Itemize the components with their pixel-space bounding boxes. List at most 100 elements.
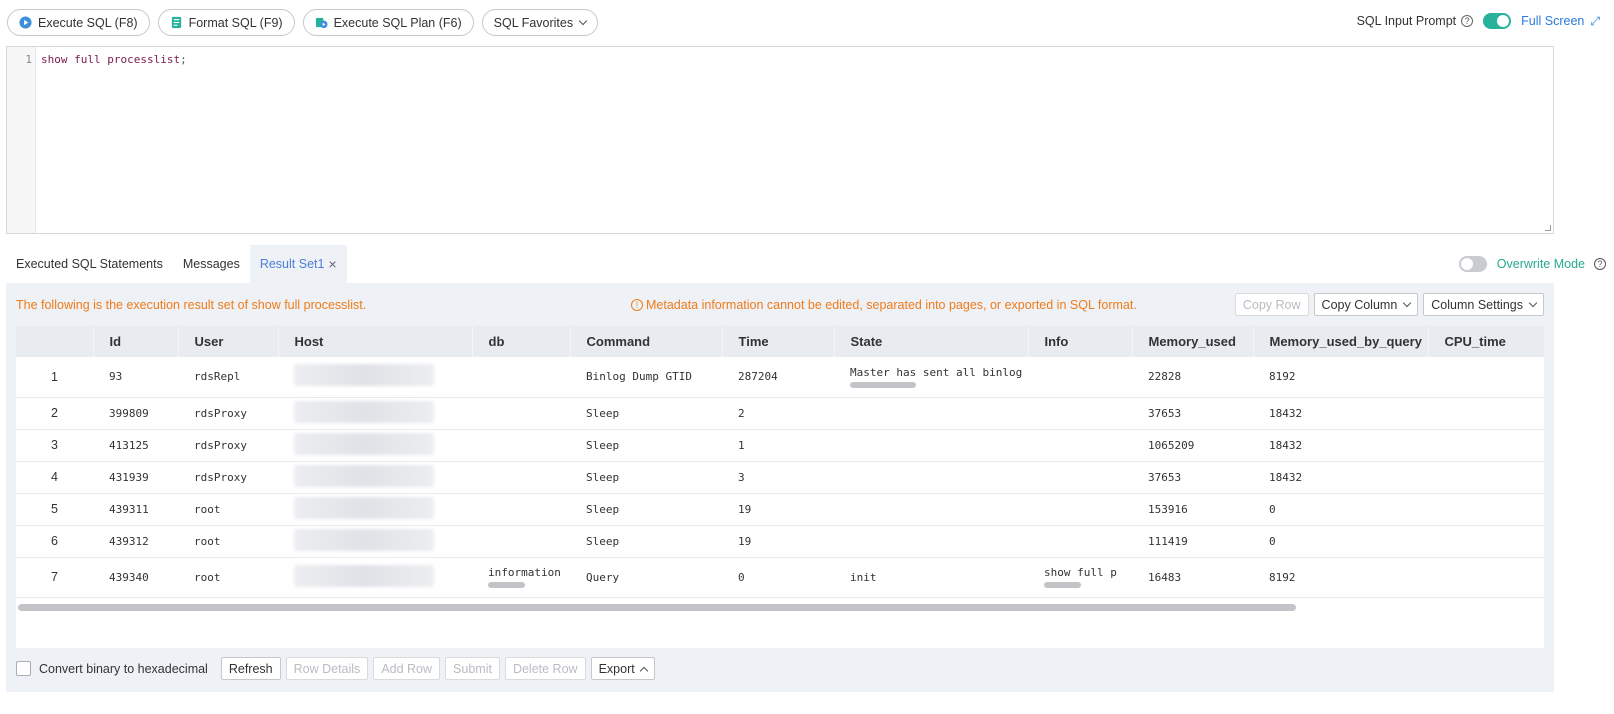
execute-sql-button[interactable]: Execute SQL (F8) [7, 9, 150, 36]
cell-host[interactable] [278, 429, 472, 462]
cell-time[interactable]: 19 [722, 493, 834, 526]
horizontal-scrollbar[interactable] [18, 604, 1296, 611]
table-row[interactable]: 6 439312 root Sleep 19 111419 0 [16, 525, 1544, 558]
cell-user[interactable]: root [178, 525, 278, 558]
cell-host[interactable] [278, 557, 472, 598]
cell-db[interactable] [472, 397, 570, 430]
cell-memory-used-by-query[interactable]: 18432 [1253, 397, 1428, 430]
cell-command[interactable]: Sleep [570, 525, 722, 558]
tab-result-set1[interactable]: Result Set1 × [249, 245, 347, 283]
cell-host[interactable] [278, 397, 472, 430]
cell-cpu-time[interactable] [1428, 461, 1544, 494]
column-header[interactable]: Memory_used_by_query [1253, 326, 1429, 357]
column-settings-dropdown[interactable]: Column Settings [1423, 293, 1544, 316]
sql-code-line[interactable]: show full processlist; [41, 53, 187, 66]
column-header[interactable]: Info [1028, 326, 1133, 357]
cell-memory-used[interactable]: 37653 [1132, 397, 1253, 430]
cell-info[interactable] [1028, 397, 1132, 430]
cell-memory-used-by-query[interactable]: 18432 [1253, 429, 1428, 462]
close-icon[interactable]: × [328, 256, 336, 272]
cell-time[interactable]: 19 [722, 525, 834, 558]
cell-db[interactable] [472, 429, 570, 462]
cell-memory-used[interactable]: 111419 [1132, 525, 1253, 558]
cell-host[interactable] [278, 493, 472, 526]
table-row[interactable]: 4 431939 rdsProxy Sleep 3 37653 18432 [16, 461, 1544, 494]
full-screen-button[interactable]: Full Screen ⤢ [1521, 14, 1600, 29]
export-dropdown[interactable]: Export [590, 657, 655, 680]
execute-sql-plan-button[interactable]: Execute SQL Plan (F6) [302, 9, 474, 36]
cell-command[interactable]: Sleep [570, 461, 722, 494]
table-row[interactable]: 3 413125 rdsProxy Sleep 1 1065209 18432 [16, 429, 1544, 462]
cell-user[interactable]: root [178, 557, 278, 598]
cell-id[interactable]: 439312 [93, 525, 178, 558]
cell-memory-used[interactable]: 16483 [1132, 557, 1253, 598]
cell-user[interactable]: rdsRepl [178, 357, 278, 398]
cell-memory-used[interactable]: 37653 [1132, 461, 1253, 494]
cell-db[interactable] [472, 493, 570, 526]
cell-memory-used-by-query[interactable]: 0 [1253, 493, 1428, 526]
tab-messages[interactable]: Messages [173, 245, 250, 283]
column-header[interactable]: CPU_time [1428, 326, 1544, 357]
cell-state[interactable] [834, 429, 1028, 462]
cell-cpu-time[interactable] [1428, 493, 1544, 526]
cell-time[interactable]: 287204 [722, 357, 834, 398]
add-row-button[interactable]: Add Row [373, 657, 441, 680]
cell-state[interactable]: init [834, 557, 1028, 598]
cell-info[interactable]: show full p [1028, 557, 1132, 598]
cell-cpu-time[interactable] [1428, 429, 1544, 462]
resize-handle[interactable] [1545, 225, 1551, 231]
cell-memory-used-by-query[interactable]: 8192 [1253, 557, 1428, 598]
cell-db[interactable]: information [472, 557, 570, 598]
cell-time[interactable]: 0 [722, 557, 834, 598]
cell-memory-used[interactable]: 1065209 [1132, 429, 1253, 462]
cell-memory-used[interactable]: 22828 [1132, 357, 1253, 398]
table-row[interactable]: 2 399809 rdsProxy Sleep 2 37653 18432 [16, 397, 1544, 430]
cell-time[interactable]: 3 [722, 461, 834, 494]
cell-state[interactable]: Master has sent all binlog [834, 357, 1028, 398]
cell-id[interactable]: 399809 [93, 397, 178, 430]
tab-executed-sql-statements[interactable]: Executed SQL Statements [6, 245, 173, 283]
column-header[interactable]: State [834, 326, 1029, 357]
cell-id[interactable]: 413125 [93, 429, 178, 462]
cell-time[interactable]: 1 [722, 429, 834, 462]
cell-state[interactable] [834, 397, 1028, 430]
cell-info[interactable] [1028, 525, 1132, 558]
cell-command[interactable]: Binlog Dump GTID [570, 357, 722, 398]
cell-cpu-time[interactable] [1428, 357, 1544, 398]
cell-state[interactable] [834, 461, 1028, 494]
cell-command[interactable]: Sleep [570, 397, 722, 430]
copy-row-button[interactable]: Copy Row [1234, 293, 1309, 316]
cell-host[interactable] [278, 357, 472, 398]
row-details-button[interactable]: Row Details [285, 657, 369, 680]
cell-command[interactable]: Query [570, 557, 722, 598]
cell-command[interactable]: Sleep [570, 493, 722, 526]
delete-row-button[interactable]: Delete Row [504, 657, 586, 680]
cell-scrollbar[interactable] [1044, 582, 1081, 588]
cell-memory-used[interactable]: 153916 [1132, 493, 1253, 526]
column-header[interactable]: db [472, 326, 571, 357]
cell-user[interactable]: root [178, 493, 278, 526]
cell-state[interactable] [834, 525, 1028, 558]
cell-user[interactable]: rdsProxy [178, 397, 278, 430]
cell-memory-used-by-query[interactable]: 0 [1253, 525, 1428, 558]
cell-time[interactable]: 2 [722, 397, 834, 430]
cell-info[interactable] [1028, 493, 1132, 526]
cell-id[interactable]: 431939 [93, 461, 178, 494]
convert-binary-checkbox[interactable] [16, 661, 31, 676]
cell-id[interactable]: 93 [93, 357, 178, 398]
column-header[interactable]: Command [570, 326, 723, 357]
cell-memory-used-by-query[interactable]: 18432 [1253, 461, 1428, 494]
table-row[interactable]: 7 439340 root information Query 0 init s… [16, 557, 1544, 598]
cell-db[interactable] [472, 461, 570, 494]
column-header[interactable]: Host [278, 326, 473, 357]
table-row[interactable]: 5 439311 root Sleep 19 153916 0 [16, 493, 1544, 526]
cell-host[interactable] [278, 525, 472, 558]
cell-user[interactable]: rdsProxy [178, 429, 278, 462]
cell-cpu-time[interactable] [1428, 525, 1544, 558]
cell-db[interactable] [472, 357, 570, 398]
table-row[interactable]: 1 93 rdsRepl Binlog Dump GTID 287204 Mas… [16, 357, 1544, 398]
cell-scrollbar[interactable] [488, 582, 525, 588]
cell-info[interactable] [1028, 357, 1132, 398]
column-header[interactable]: User [178, 326, 279, 357]
sql-input-prompt-toggle[interactable] [1483, 13, 1512, 29]
